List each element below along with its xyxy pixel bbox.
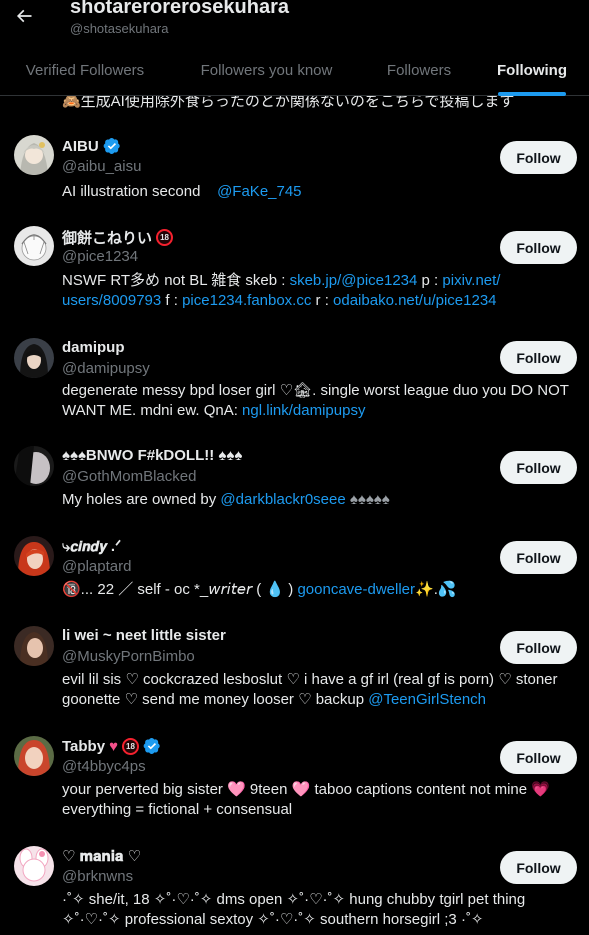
bio-spades: ♠♠♠♠♠ <box>345 491 390 508</box>
user-name-text: ♡ 𝐦𝐚𝐧𝐢𝐚 ♡ <box>62 848 142 865</box>
avatar <box>14 446 54 486</box>
user-name-text: li wei ~ neet little sister <box>62 627 226 644</box>
user-bio: evil lil sis ♡ cockcrazed lesboslut ♡ i … <box>62 670 577 710</box>
user-name-text: ⤷𝙘𝙞𝙣𝙙𝙮 .ᐟ <box>62 538 122 555</box>
user-name-text: ♠♠♠BNWO F#kDOLL!! ♠♠♠ <box>62 447 243 464</box>
user-name: 御餅こねりい 18 <box>62 227 174 248</box>
user-name: damipup <box>62 339 125 356</box>
user-name: ♡ 𝐦𝐚𝐧𝐢𝐚 ♡ <box>62 847 141 865</box>
user-cell[interactable]: ♡ 𝐦𝐚𝐧𝐢𝐚 ♡ @brknwns ·˚✧ she/it, 18 ✧˚·♡·˚… <box>0 832 589 935</box>
user-name-text: Tabby <box>62 737 106 755</box>
follow-button[interactable]: Follow <box>500 541 577 574</box>
follow-button[interactable]: Follow <box>500 851 577 884</box>
avatar <box>14 135 54 175</box>
user-name: ♠♠♠BNWO F#kDOLL!! ♠♠♠ <box>62 447 242 464</box>
bio-text: f : <box>161 292 183 309</box>
user-name: Tabby ♥ 18 <box>62 737 161 755</box>
bio-link-ngl[interactable]: ngl.link/damipupsy <box>242 402 365 419</box>
verified-badge-icon <box>143 737 160 755</box>
profile-header: shotarerorerosekuhara @shotasekuhara Ver… <box>0 0 589 96</box>
user-name-text: 御餅こねりい <box>62 230 153 247</box>
bio-emoji: ✨.💦 <box>415 581 457 598</box>
tab-following[interactable]: Following <box>475 44 589 96</box>
back-button[interactable] <box>8 0 40 32</box>
follow-button[interactable]: Follow <box>500 631 577 664</box>
user-handle: @plaptard <box>62 558 132 575</box>
user-handle: @MuskyPornBimbo <box>62 648 195 665</box>
bio-link-pixiv[interactable]: pixiv.net/ <box>442 272 500 289</box>
user-handle: @pice1234 <box>62 248 139 265</box>
bio-text: p : <box>417 272 443 289</box>
user-cell[interactable]: Tabby ♥ 18 @t4bbyc4ps your perverted big… <box>0 722 589 832</box>
user-handle: @brknwns <box>62 868 134 885</box>
user-bio: NSWF RT多め not BL 雑食 skeb : skeb.jp/@pice… <box>62 271 577 311</box>
avatar <box>14 226 54 266</box>
user-cell[interactable]: damipup @damipupsy degenerate messy bpd … <box>0 322 589 432</box>
bio-text: NSWF RT多め not BL 雑食 skeb : <box>62 272 290 289</box>
bio-mention-link[interactable]: @darkblackr0seee <box>220 491 345 508</box>
tab-label: Followers <box>386 61 452 79</box>
age-18-badge-icon: 18 <box>121 737 139 755</box>
user-name: ⤷𝙘𝙞𝙣𝙙𝙮 .ᐟ <box>62 537 121 555</box>
user-bio: AI illustration second @FaKe_745 <box>62 182 577 202</box>
user-handle: @damipupsy <box>62 360 150 377</box>
tab-label: Following <box>497 61 567 79</box>
arrow-left-icon <box>16 9 32 23</box>
bio-mention-link[interactable]: @FaKe_745 <box>217 183 301 200</box>
follow-button[interactable]: Follow <box>500 741 577 774</box>
bio-link-community[interactable]: gooncave-dweller <box>297 581 415 598</box>
bio-link-fanbox[interactable]: pice1234.fanbox.cc <box>182 292 311 309</box>
user-cell[interactable]: ♠♠♠BNWO F#kDOLL!! ♠♠♠ @GothMomBlacked My… <box>0 432 589 522</box>
verified-badge-icon <box>103 137 120 155</box>
bio-text: My holes are owned by <box>62 491 221 508</box>
profile-title: shotarerorerosekuhara <box>70 0 289 18</box>
user-bio: 🔞... 22 ／ self - oc *_𝘸𝘳𝘪𝘵𝘦𝘳 ( 💧 ) goonc… <box>62 580 577 600</box>
user-cell[interactable]: 御餅こねりい 18 @pice1234 NSWF RT多め not BL 雑食 … <box>0 212 589 322</box>
user-cell[interactable]: ⤷𝙘𝙞𝙣𝙙𝙮 .ᐟ @plaptard 🔞... 22 ／ self - oc … <box>0 522 589 612</box>
user-cell[interactable]: li wei ~ neet little sister @MuskyPornBi… <box>0 612 589 722</box>
bio-link-odaibako[interactable]: odaibako.net/u/pice1234 <box>333 292 496 309</box>
user-cell[interactable]: AIBU @aibu_aisu AI illustration second @… <box>0 120 589 212</box>
user-bio: degenerate messy bpd loser girl ♡🏚. sing… <box>62 381 577 421</box>
tab-label: Followers you know <box>200 61 333 79</box>
bio-mention-link[interactable]: @TeenGirlStench <box>368 691 486 708</box>
follow-button[interactable]: Follow <box>500 231 577 264</box>
follow-button[interactable]: Follow <box>500 141 577 174</box>
avatar <box>14 338 54 378</box>
user-bio: My holes are owned by @darkblackr0seee ♠… <box>62 490 577 510</box>
tab-followers-you-know[interactable]: Followers you know <box>170 44 363 96</box>
tab-followers[interactable]: Followers <box>363 44 475 96</box>
bio-text: r : <box>311 292 334 309</box>
user-handle: @aibu_aisu <box>62 158 142 175</box>
tab-bar: Verified Followers Followers you know Fo… <box>0 44 589 96</box>
user-name: AIBU <box>62 137 121 155</box>
user-handle: @GothMomBlacked <box>62 468 197 485</box>
age-18-badge-icon: 18 <box>156 229 174 246</box>
pink-heart-icon: ♥ <box>109 737 118 755</box>
user-name-text: damipup <box>62 339 125 356</box>
user-name: li wei ~ neet little sister <box>62 627 226 644</box>
user-bio: your perverted big sister 🩷 9teen 🩷 tabo… <box>62 781 550 818</box>
partial-user-bio: 🙈生成AI使用除外食らったのとか関係ないのをこちらで投稿します <box>62 95 515 109</box>
tab-label: Verified Followers <box>25 61 145 79</box>
bio-text: AI illustration second <box>62 183 201 200</box>
avatar <box>14 536 54 576</box>
bio-link-skeb[interactable]: skeb.jp/@pice1234 <box>290 272 418 289</box>
user-name-text: AIBU <box>62 137 99 155</box>
active-tab-indicator <box>498 92 566 96</box>
bio-text: 🔞... 22 ／ self - oc *_𝘸𝘳𝘪𝘵𝘦𝘳 ( 💧 ) <box>62 581 298 598</box>
follow-button[interactable]: Follow <box>500 451 577 484</box>
avatar <box>14 626 54 666</box>
avatar <box>14 736 54 776</box>
profile-handle: @shotasekuhara <box>70 21 169 36</box>
bio-link-pixiv-path[interactable]: users/8009793 <box>62 292 161 309</box>
user-handle: @t4bbyc4ps <box>62 758 146 775</box>
tab-verified-followers[interactable]: Verified Followers <box>0 44 170 96</box>
follow-button[interactable]: Follow <box>500 341 577 374</box>
user-bio: ·˚✧ she/it, 18 ✧˚·♡·˚✧ dms open ✧˚·♡·˚✧ … <box>62 891 526 928</box>
avatar <box>14 846 54 886</box>
